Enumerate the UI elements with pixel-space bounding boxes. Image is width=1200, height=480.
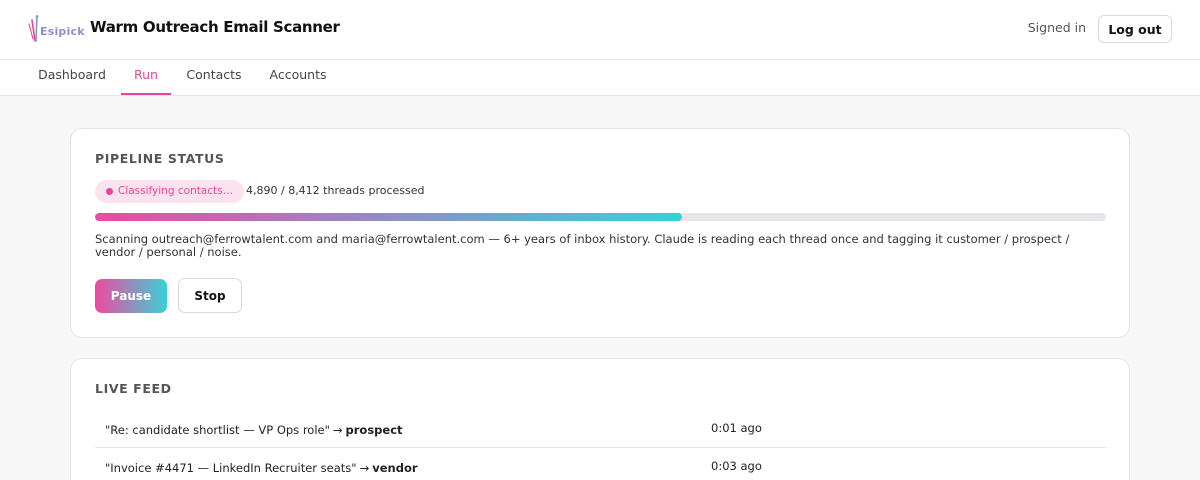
feed-item-time: 0:01 ago	[711, 421, 762, 435]
main-nav: Dashboard Run Contacts Accounts	[0, 60, 1200, 96]
pause-button[interactable]: Pause	[95, 279, 167, 313]
feed-item-time: 0:03 ago	[711, 459, 762, 473]
feed-item-subject: "Re: candidate shortlist — VP Ops role" →…	[105, 423, 403, 437]
status-badge: Classifying contacts…	[95, 180, 245, 203]
esipick-logo[interactable]: Esipick	[26, 14, 85, 46]
progress-bar	[95, 213, 1106, 221]
app-title: Warm Outreach Email Scanner	[90, 18, 340, 36]
tab-dashboard[interactable]: Dashboard	[30, 60, 114, 95]
feed-item[interactable]: "Invoice #4471 — LinkedIn Recruiter seat…	[95, 448, 1106, 480]
tab-run[interactable]: Run	[121, 60, 171, 95]
pipeline-status-title: PIPELINE STATUS	[95, 151, 225, 166]
pipeline-status-card: PIPELINE STATUS Classifying contacts… 4,…	[70, 128, 1130, 338]
logout-button[interactable]: Log out	[1098, 15, 1172, 43]
arrow-right-icon: →	[359, 461, 370, 475]
stop-button[interactable]: Stop	[178, 278, 242, 313]
tab-contacts[interactable]: Contacts	[180, 60, 248, 95]
feed-item-tag: vendor	[372, 461, 418, 475]
live-feed-title: LIVE FEED	[95, 381, 172, 396]
feed-item-tag: prospect	[345, 423, 403, 437]
status-badge-label: Classifying contacts…	[118, 185, 234, 197]
feed-subject-text: "Invoice #4471 — LinkedIn Recruiter seat…	[105, 461, 357, 475]
progress-count: 4,890 / 8,412 threads processed	[246, 184, 425, 197]
signed-in-status: Signed in	[1027, 20, 1086, 35]
tab-accounts[interactable]: Accounts	[262, 60, 334, 95]
pipeline-description: Scanning outreach@ferrowtalent.com and m…	[95, 232, 1070, 259]
feed-item-subject: "Invoice #4471 — LinkedIn Recruiter seat…	[105, 461, 418, 475]
arrow-right-icon: →	[332, 423, 343, 437]
live-feed-card: LIVE FEED "Re: candidate shortlist — VP …	[70, 358, 1130, 480]
status-dot-icon	[106, 188, 113, 195]
feed-subject-text: "Re: candidate shortlist — VP Ops role"	[105, 423, 330, 437]
feed-item[interactable]: "Re: candidate shortlist — VP Ops role" →…	[95, 410, 1106, 448]
top-bar: Esipick Warm Outreach Email Scanner Sign…	[0, 0, 1200, 60]
logo-text: Esipick	[40, 25, 85, 38]
progress-bar-fill	[95, 213, 683, 221]
